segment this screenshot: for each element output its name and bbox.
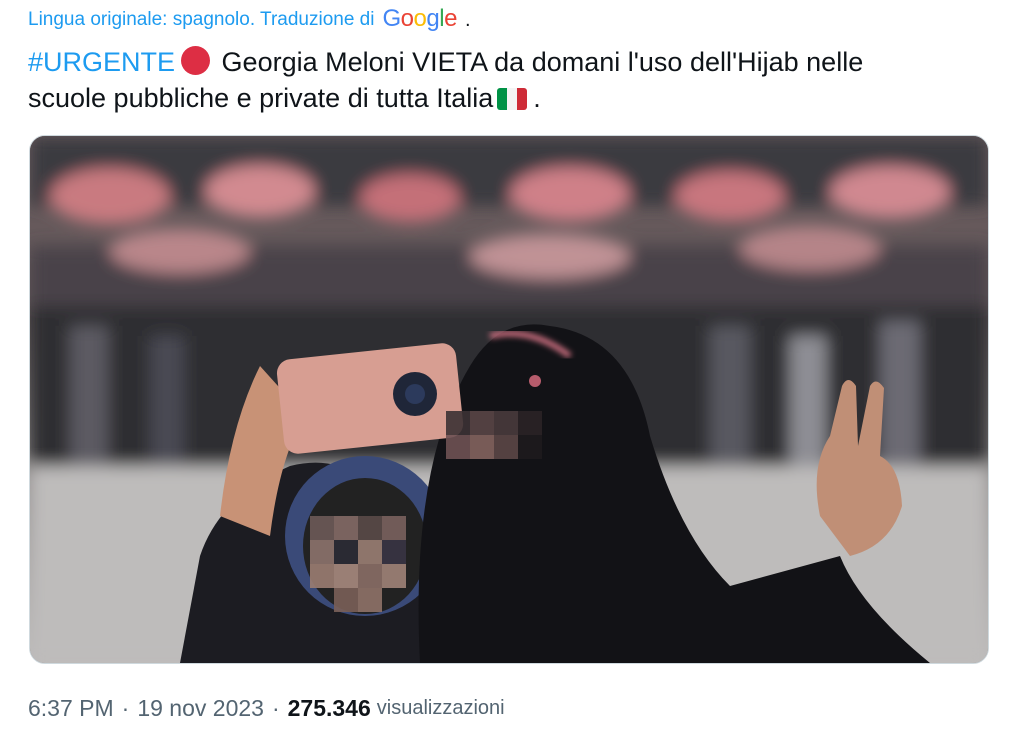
tweet-trailing: .: [533, 83, 541, 113]
translation-label: Lingua originale: spagnolo. Traduzione d…: [28, 9, 375, 30]
tweet-date[interactable]: 19 nov 2023: [137, 695, 264, 722]
tweet-photo[interactable]: [29, 135, 989, 664]
views-count[interactable]: 275.346: [288, 695, 371, 722]
tweet-meta: 6:37 PM · 19 nov 2023 · 275.346 visualiz…: [28, 692, 505, 724]
tweet-time[interactable]: 6:37 PM: [28, 695, 114, 722]
translation-trailing: .: [464, 8, 471, 31]
italy-flag-icon: [497, 88, 528, 110]
tweet-text-line2: scuole pubbliche e private di tutta Ital…: [28, 83, 494, 113]
hashtag-link[interactable]: #URGENTE: [28, 47, 175, 77]
photo-illustration: [30, 136, 988, 663]
views-label: visualizzazioni: [376, 696, 505, 719]
red-circle-icon: [181, 46, 211, 75]
tweet-text: #URGENTE Georgia Meloni VIETA da domani …: [28, 44, 988, 116]
translation-notice[interactable]: Lingua originale: spagnolo. Traduzione d…: [28, 5, 471, 34]
separator: ·: [121, 694, 130, 721]
separator: ·: [271, 694, 280, 721]
google-logo: Google: [382, 5, 457, 32]
tweet-text-line1: Georgia Meloni VIETA da domani l'uso del…: [221, 47, 864, 77]
